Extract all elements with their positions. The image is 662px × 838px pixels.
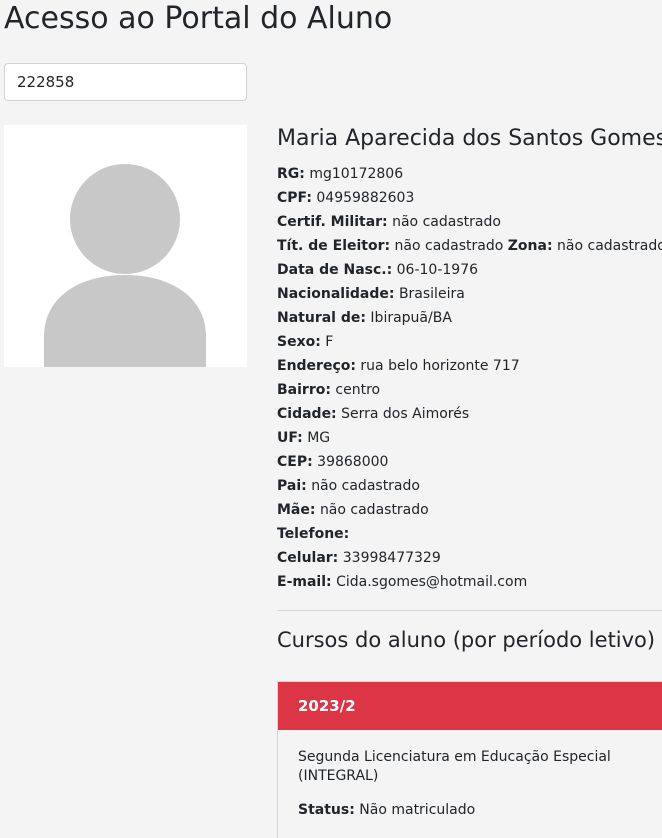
father-label: Pai: xyxy=(277,478,307,494)
info-sex: Sexo: F xyxy=(277,330,662,354)
info-mother: Mãe: não cadastrado xyxy=(277,498,662,522)
portal-page: Acesso ao Portal do Aluno Maria Aparecid… xyxy=(0,0,662,838)
info-city: Cidade: Serra dos Aimorés xyxy=(277,402,662,426)
info-father: Pai: não cadastrado xyxy=(277,474,662,498)
student-info-list: RG: mg10172806 CPF: 04959882603 Certif. … xyxy=(277,162,662,594)
rg-label: RG: xyxy=(277,166,305,182)
info-state: UF: MG xyxy=(277,426,662,450)
mobile-value: 33998477329 xyxy=(342,550,441,566)
course-status: Status: Não matriculado xyxy=(298,801,638,820)
birthplace-value: Ibirapuã/BA xyxy=(370,310,452,326)
phone-label: Telefone: xyxy=(277,526,350,542)
email-label: E-mail: xyxy=(277,574,332,590)
info-birthplace: Natural de: Ibirapuã/BA xyxy=(277,306,662,330)
course-period-header: 2023/2 xyxy=(278,682,662,730)
city-label: Cidade: xyxy=(277,406,337,422)
mobile-label: Celular: xyxy=(277,550,339,566)
user-silhouette-icon xyxy=(4,125,247,367)
address-value: rua belo horizonte 717 xyxy=(360,358,520,374)
info-voter: Tít. de Eleitor: não cadastrado Zona: nã… xyxy=(277,234,662,258)
info-nationality: Nacionalidade: Brasileira xyxy=(277,282,662,306)
birth-value: 06-10-1976 xyxy=(396,262,479,278)
nationality-label: Nacionalidade: xyxy=(277,286,395,302)
state-label: UF: xyxy=(277,430,303,446)
sex-value: F xyxy=(325,334,334,350)
info-birth: Data de Nasc.: 06-10-1976 xyxy=(277,258,662,282)
info-phone: Telefone: xyxy=(277,522,662,546)
info-rg: RG: mg10172806 xyxy=(277,162,662,186)
info-district: Bairro: centro xyxy=(277,378,662,402)
zip-label: CEP: xyxy=(277,454,313,470)
father-value: não cadastrado xyxy=(311,478,420,494)
info-military: Certif. Militar: não cadastrado xyxy=(277,210,662,234)
info-cpf: CPF: 04959882603 xyxy=(277,186,662,210)
course-name: Segunda Licenciatura em Educação Especia… xyxy=(298,749,611,784)
course-status-label: Status: xyxy=(298,802,355,818)
mother-value: não cadastrado xyxy=(319,502,429,518)
info-mobile: Celular: 33998477329 xyxy=(277,546,662,570)
birth-label: Data de Nasc.: xyxy=(277,262,393,278)
birthplace-label: Natural de: xyxy=(277,310,366,326)
zip-value: 39868000 xyxy=(317,454,389,470)
page-title: Acesso ao Portal do Aluno xyxy=(4,1,393,36)
sex-label: Sexo: xyxy=(277,334,321,350)
voter-value: não cadastrado xyxy=(394,238,504,254)
zone-value: não cadastrado xyxy=(557,238,662,254)
zone-label: Zona: xyxy=(507,238,553,254)
mother-label: Mãe: xyxy=(277,502,316,518)
cpf-value: 04959882603 xyxy=(316,190,415,206)
course-body: Segunda Licenciatura em Educação Especia… xyxy=(278,730,658,838)
student-id-input[interactable] xyxy=(4,63,247,101)
student-photo xyxy=(4,125,247,367)
rg-value: mg10172806 xyxy=(309,166,404,182)
military-label: Certif. Militar: xyxy=(277,214,388,230)
address-label: Endereço: xyxy=(277,358,356,374)
courses-title: Cursos do aluno (por período letivo) xyxy=(277,628,656,652)
email-value: Cida.sgomes@hotmail.com xyxy=(336,574,528,590)
voter-label: Tít. de Eleitor: xyxy=(277,238,391,254)
district-label: Bairro: xyxy=(277,382,331,398)
military-value: não cadastrado xyxy=(392,214,501,230)
city-value: Serra dos Aimorés xyxy=(341,406,470,422)
state-value: MG xyxy=(307,430,331,446)
district-value: centro xyxy=(335,382,381,398)
nationality-value: Brasileira xyxy=(398,286,465,302)
info-email: E-mail: Cida.sgomes@hotmail.com xyxy=(277,570,662,594)
section-divider xyxy=(277,610,662,611)
course-card: 2023/2 Segunda Licenciatura em Educação … xyxy=(277,681,662,838)
info-address: Endereço: rua belo horizonte 717 xyxy=(277,354,662,378)
info-zip: CEP: 39868000 xyxy=(277,450,662,474)
cpf-label: CPF: xyxy=(277,190,312,206)
student-name: Maria Aparecida dos Santos Gomes xyxy=(277,126,662,151)
course-status-value: Não matriculado xyxy=(359,802,476,818)
